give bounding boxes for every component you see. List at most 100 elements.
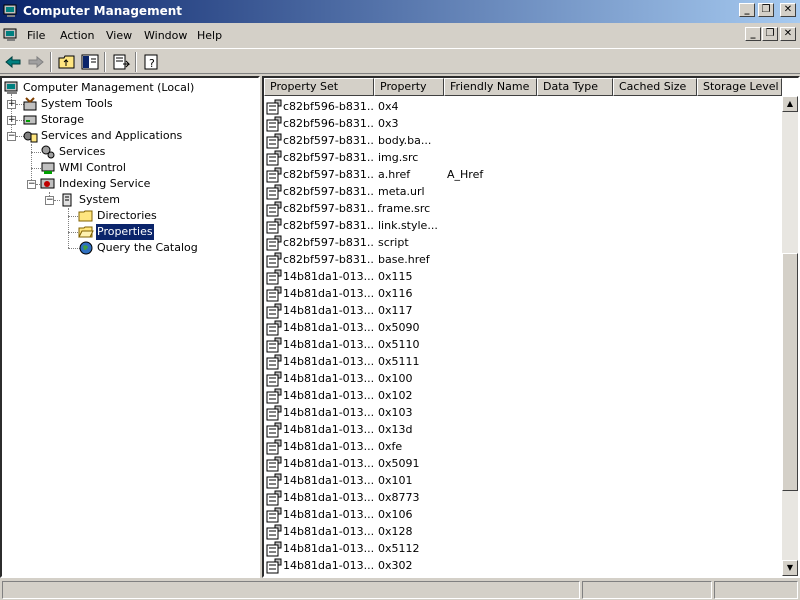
cell-property: 0x117 xyxy=(378,304,413,317)
table-row[interactable]: c82bf596-b831... 0x4 xyxy=(264,98,782,115)
cell-property: body.ba... xyxy=(378,134,432,147)
cell-property-set: 14b81da1-013... xyxy=(283,270,375,283)
collapse-button[interactable]: − xyxy=(27,180,36,189)
cell-property-set: 14b81da1-013... xyxy=(283,389,375,402)
property-icon xyxy=(266,235,282,251)
child-close-button[interactable]: ✕ xyxy=(780,27,796,41)
property-icon xyxy=(266,269,282,285)
tree-label: System Tools xyxy=(41,97,113,110)
maximize-button[interactable]: ❐ xyxy=(758,3,774,17)
cell-property: 0x100 xyxy=(378,372,413,385)
table-row[interactable]: 14b81da1-013... 0x302 xyxy=(264,557,782,574)
title-bar[interactable]: Computer Management _ ❐ ✕ xyxy=(0,0,800,23)
cell-property: 0x5111 xyxy=(378,355,420,368)
table-row[interactable]: c82bf597-b831... a.href A_Href xyxy=(264,166,782,183)
cell-property-set: 14b81da1-013... xyxy=(283,542,375,555)
cell-property-set: 14b81da1-013... xyxy=(283,406,375,419)
property-icon xyxy=(266,490,282,506)
table-row[interactable]: 14b81da1-013... 0x101 xyxy=(264,472,782,489)
property-icon xyxy=(266,218,282,234)
table-row[interactable]: 14b81da1-013... 0x5091 xyxy=(264,455,782,472)
table-row[interactable]: 14b81da1-013... 0x13d xyxy=(264,421,782,438)
table-row[interactable]: c82bf597-b831... link.style... xyxy=(264,217,782,234)
column-header-property-set[interactable]: Property Set xyxy=(264,78,374,96)
cell-property: 0x4 xyxy=(378,100,399,113)
table-row[interactable]: 14b81da1-013... 0x115 xyxy=(264,268,782,285)
menu-window[interactable]: Window xyxy=(144,29,187,42)
table-row[interactable]: c82bf597-b831... script xyxy=(264,234,782,251)
cell-property-set: 14b81da1-013... xyxy=(283,525,375,538)
table-row[interactable]: 14b81da1-013... 0xfe xyxy=(264,438,782,455)
table-row[interactable]: 14b81da1-013... 0x103 xyxy=(264,404,782,421)
tree-label: Indexing Service xyxy=(59,177,151,190)
column-header-property[interactable]: Property xyxy=(374,78,444,96)
help-icon[interactable]: ? xyxy=(142,52,162,72)
tree-label: System xyxy=(79,193,121,206)
collapse-button[interactable]: − xyxy=(45,196,54,205)
property-icon xyxy=(266,541,282,557)
menu-file[interactable]: File xyxy=(27,29,45,42)
table-row[interactable]: 14b81da1-013... 0x5111 xyxy=(264,353,782,370)
menu-action[interactable]: Action xyxy=(60,29,94,42)
table-row[interactable]: c82bf597-b831... meta.url xyxy=(264,183,782,200)
table-row[interactable]: 14b81da1-013... 0x128 xyxy=(264,523,782,540)
properties-list-pane[interactable]: Property Set Property Friendly Name Data… xyxy=(262,76,800,578)
table-row[interactable]: c82bf597-b831... body.ba... xyxy=(264,132,782,149)
property-icon xyxy=(266,422,282,438)
table-row[interactable]: 14b81da1-013... 0x106 xyxy=(264,506,782,523)
export-list-icon[interactable] xyxy=(111,52,131,72)
tree-label: Properties xyxy=(95,223,155,241)
collapse-button[interactable]: − xyxy=(7,132,16,141)
vertical-scrollbar[interactable]: ▲ ▼ xyxy=(782,96,798,576)
table-row[interactable]: c82bf597-b831... frame.src xyxy=(264,200,782,217)
table-row[interactable]: 14b81da1-013... 0x102 xyxy=(264,387,782,404)
expand-button[interactable]: + xyxy=(7,100,16,109)
table-row[interactable]: 14b81da1-013... 0x117 xyxy=(264,302,782,319)
gears-icon xyxy=(41,145,55,159)
menu-view[interactable]: View xyxy=(106,29,132,42)
table-row[interactable]: 14b81da1-013... 0x116 xyxy=(264,285,782,302)
cell-property: 0x5090 xyxy=(378,321,420,334)
scroll-up-button[interactable]: ▲ xyxy=(782,96,798,112)
close-button[interactable]: ✕ xyxy=(780,3,796,17)
menu-help[interactable]: Help xyxy=(197,29,222,42)
cell-property-set: c82bf596-b831... xyxy=(283,100,375,113)
table-row[interactable]: 14b81da1-013... 0x5090 xyxy=(264,319,782,336)
child-restore-button[interactable]: ❐ xyxy=(762,27,778,41)
indexing-service-icon xyxy=(40,178,55,189)
column-header-storage-level[interactable]: Storage Level xyxy=(697,78,782,96)
cell-property: 0x128 xyxy=(378,525,413,538)
table-row[interactable]: c82bf597-b831... base.href xyxy=(264,251,782,268)
expand-button[interactable]: + xyxy=(7,116,16,125)
property-icon xyxy=(266,507,282,523)
table-row[interactable]: 14b81da1-013... 0x8773 xyxy=(264,489,782,506)
cell-property-set: c82bf596-b831... xyxy=(283,117,375,130)
tree-pane[interactable]: Computer Management (Local) + System Too… xyxy=(0,76,260,578)
cell-property: 0x8773 xyxy=(378,491,420,504)
minimize-button[interactable]: _ xyxy=(739,3,755,17)
table-row[interactable]: 14b81da1-013... 0x5110 xyxy=(264,336,782,353)
toolbar-separator xyxy=(50,52,52,72)
table-row[interactable]: 14b81da1-013... 0x100 xyxy=(264,370,782,387)
column-header-data-type[interactable]: Data Type xyxy=(537,78,613,96)
column-header-friendly-name[interactable]: Friendly Name xyxy=(444,78,537,96)
folder-icon xyxy=(78,210,93,222)
cell-property-set: c82bf597-b831... xyxy=(283,236,375,249)
scroll-thumb[interactable] xyxy=(782,253,798,491)
forward-arrow-icon[interactable] xyxy=(26,52,46,72)
child-minimize-button[interactable]: _ xyxy=(745,27,761,41)
up-folder-icon[interactable] xyxy=(57,52,77,72)
cell-property: 0x103 xyxy=(378,406,413,419)
console-icon[interactable] xyxy=(3,27,19,43)
table-row[interactable]: 14b81da1-013... 0x5112 xyxy=(264,540,782,557)
show-hide-tree-icon[interactable] xyxy=(80,52,100,72)
table-row[interactable]: c82bf597-b831... img.src xyxy=(264,149,782,166)
scroll-down-button[interactable]: ▼ xyxy=(782,560,798,576)
table-row[interactable]: c82bf596-b831... 0x3 xyxy=(264,115,782,132)
column-header-cached-size[interactable]: Cached Size xyxy=(613,78,697,96)
window-title: Computer Management xyxy=(23,4,182,18)
toolbar-separator xyxy=(104,52,106,72)
property-icon xyxy=(266,439,282,455)
cell-property: 0x13d xyxy=(378,423,413,436)
back-arrow-icon[interactable] xyxy=(3,52,23,72)
